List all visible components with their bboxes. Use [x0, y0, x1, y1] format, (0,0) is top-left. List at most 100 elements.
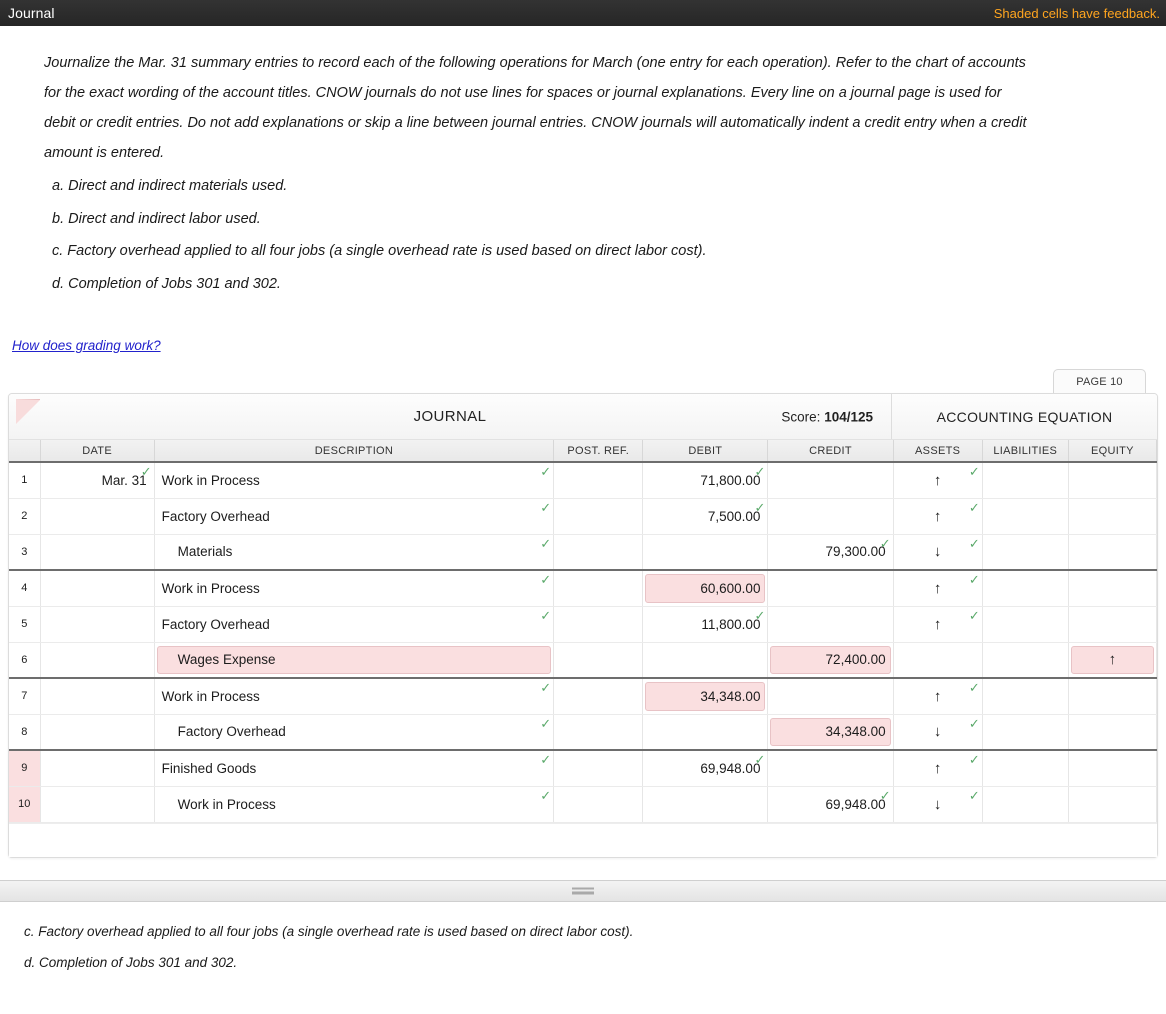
equity-cell[interactable] [1068, 570, 1158, 607]
liabilities-cell[interactable] [982, 498, 1069, 535]
equity-cell[interactable] [1068, 714, 1158, 751]
assets-cell[interactable]: ↓ ✓ [893, 534, 983, 571]
credit-cell[interactable] [767, 678, 894, 715]
debit-cell[interactable] [642, 786, 769, 823]
date-cell[interactable] [40, 570, 155, 607]
liabilities-cell[interactable] [982, 678, 1069, 715]
assets-cell[interactable]: ↓ ✓ [893, 786, 983, 823]
description-cell[interactable]: Factory Overhead ✓ [154, 714, 555, 751]
equity-cell[interactable] [1068, 534, 1158, 571]
liabilities-cell[interactable] [982, 570, 1069, 607]
description-cell[interactable]: Wages Expense [154, 642, 555, 679]
assets-cell[interactable]: ↓ ✓ [893, 714, 983, 751]
liabilities-cell[interactable] [982, 786, 1069, 823]
description-cell-text: Work in Process [177, 796, 276, 812]
date-cell[interactable] [40, 498, 155, 535]
row-number: 3 [9, 534, 41, 571]
date-cell[interactable] [40, 534, 155, 571]
post-ref-cell[interactable] [553, 606, 644, 643]
equity-cell[interactable] [1068, 498, 1158, 535]
date-cell[interactable]: Mar. 31 ✓ [40, 462, 155, 499]
post-ref-cell[interactable] [553, 498, 644, 535]
description-cell[interactable]: Work in Process ✓ [154, 570, 555, 607]
equity-cell[interactable] [1068, 786, 1158, 823]
assets-cell[interactable] [893, 642, 983, 679]
credit-cell[interactable]: 72,400.00 [767, 642, 894, 679]
debit-cell[interactable]: 7,500.00 ✓ [642, 498, 769, 535]
date-cell[interactable] [40, 642, 155, 679]
description-cell[interactable]: Materials ✓ [154, 534, 555, 571]
liabilities-cell[interactable] [982, 714, 1069, 751]
date-cell[interactable] [40, 678, 155, 715]
assets-cell[interactable]: ↑ ✓ [893, 750, 983, 787]
credit-cell-text: 34,348.00 [825, 724, 886, 740]
equity-cell[interactable]: ↑ [1068, 642, 1158, 679]
horizontal-splitter[interactable] [0, 879, 1166, 902]
splitter-grip-icon[interactable] [572, 887, 594, 894]
description-cell[interactable]: Finished Goods ✓ [154, 750, 555, 787]
window-titlebar: Journal Shaded cells have feedback. [0, 0, 1166, 26]
operation-item: b. Direct and indirect labor used. [52, 210, 261, 227]
post-ref-cell[interactable] [553, 534, 644, 571]
date-cell[interactable] [40, 750, 155, 787]
date-cell[interactable] [40, 606, 155, 643]
debit-cell[interactable]: 34,348.00 [642, 678, 769, 715]
credit-cell[interactable] [767, 462, 894, 499]
assets-cell[interactable]: ↑ ✓ [893, 678, 983, 715]
liabilities-cell[interactable] [982, 750, 1069, 787]
description-cell-text: Factory Overhead [177, 724, 286, 740]
post-ref-cell[interactable] [553, 750, 644, 787]
description-cell[interactable]: Factory Overhead ✓ [154, 606, 555, 643]
debit-cell[interactable]: 60,600.00 [642, 570, 769, 607]
debit-cell[interactable]: 69,948.00 ✓ [642, 750, 769, 787]
window-title: Journal [8, 5, 55, 21]
journal-row: 1 Mar. 31 ✓ Work in Process ✓ 71,800.00 ✓ ↑ ✓ [9, 462, 1158, 499]
liabilities-cell[interactable] [982, 606, 1069, 643]
description-cell[interactable]: Work in Process ✓ [154, 786, 555, 823]
assets-cell[interactable]: ↑ ✓ [893, 462, 983, 499]
debit-cell[interactable]: 11,800.00 ✓ [642, 606, 769, 643]
equity-cell[interactable] [1068, 750, 1158, 787]
date-cell[interactable] [40, 786, 155, 823]
debit-cell[interactable] [642, 534, 769, 571]
row-number: 4 [9, 570, 41, 607]
credit-cell[interactable] [767, 606, 894, 643]
credit-cell[interactable]: 79,300.00 ✓ [767, 534, 894, 571]
description-cell[interactable]: Work in Process ✓ [154, 462, 555, 499]
page-tab-row: PAGE 10 [8, 369, 1158, 393]
credit-cell[interactable]: 34,348.00 [767, 714, 894, 751]
post-ref-cell[interactable] [553, 786, 644, 823]
debit-cell-text: 34,348.00 [700, 688, 761, 704]
equity-cell[interactable] [1068, 462, 1158, 499]
journal-table-body: 1 Mar. 31 ✓ Work in Process ✓ 71,800.00 ✓ ↑ ✓ 2 Fa… [9, 462, 1158, 823]
post-ref-cell[interactable] [553, 678, 644, 715]
date-cell[interactable] [40, 714, 155, 751]
post-ref-cell[interactable] [553, 714, 644, 751]
col-rownum [9, 440, 41, 463]
debit-cell[interactable]: 71,800.00 ✓ [642, 462, 769, 499]
post-ref-cell[interactable] [553, 570, 644, 607]
debit-cell[interactable] [642, 642, 769, 679]
description-cell[interactable]: Factory Overhead ✓ [154, 498, 555, 535]
description-cell-text: Materials [177, 544, 233, 560]
assets-cell[interactable]: ↑ ✓ [893, 570, 983, 607]
journal-row: 3 Materials ✓ 79,300.00 ✓ ↓ ✓ [9, 534, 1158, 571]
assets-cell[interactable]: ↑ ✓ [893, 498, 983, 535]
equity-cell[interactable] [1068, 606, 1158, 643]
credit-cell[interactable] [767, 750, 894, 787]
post-ref-cell[interactable] [553, 642, 644, 679]
page-tab-page-10[interactable]: PAGE 10 [1053, 369, 1146, 393]
credit-cell[interactable] [767, 570, 894, 607]
credit-cell[interactable]: 69,948.00 ✓ [767, 786, 894, 823]
liabilities-cell[interactable] [982, 534, 1069, 571]
assets-cell[interactable]: ↑ ✓ [893, 606, 983, 643]
debit-cell[interactable] [642, 714, 769, 751]
credit-cell[interactable] [767, 498, 894, 535]
liabilities-cell[interactable] [982, 642, 1069, 679]
post-ref-cell[interactable] [553, 462, 644, 499]
description-cell[interactable]: Work in Process ✓ [154, 678, 555, 715]
journal-title: JOURNAL [413, 408, 487, 425]
how-does-grading-work-link[interactable]: How does grading work? [12, 338, 161, 353]
liabilities-cell[interactable] [982, 462, 1069, 499]
equity-cell[interactable] [1068, 678, 1158, 715]
